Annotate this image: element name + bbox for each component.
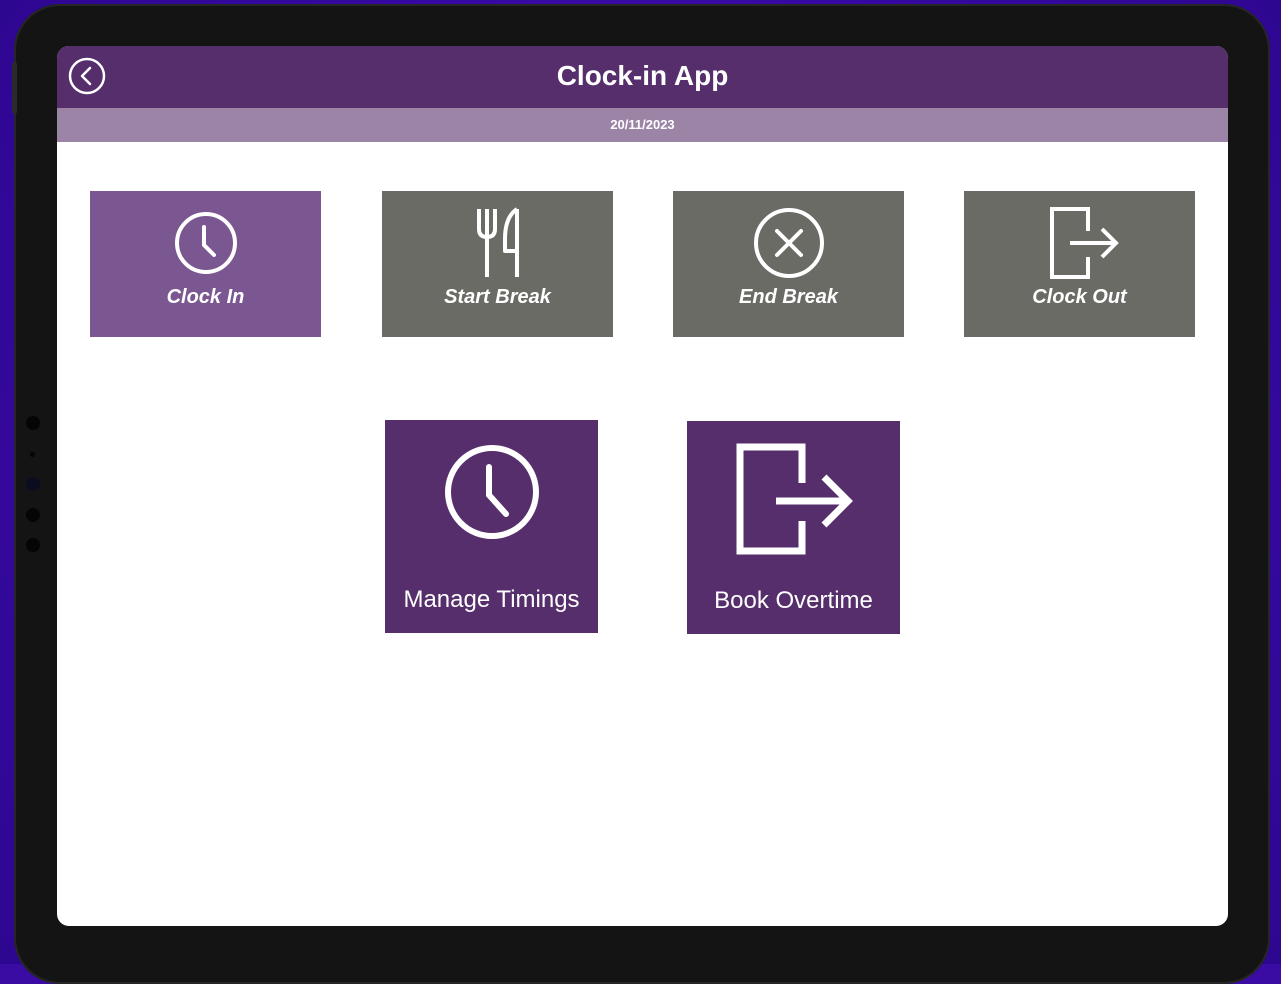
camera-sensor [26, 416, 40, 430]
tablet-frame: Clock-in App 20/11/2023 Clock In Start B… [12, 4, 1270, 984]
camera-sensor [26, 508, 40, 522]
clock-out-button[interactable]: Clock Out [964, 191, 1195, 337]
clock-icon [174, 212, 237, 274]
camera-sensor [30, 452, 35, 457]
exit-icon [736, 443, 853, 555]
exit-icon [1049, 207, 1119, 279]
app-screen: Clock-in App 20/11/2023 Clock In Start B… [57, 46, 1228, 926]
manage-timings-label: Manage Timings [403, 586, 580, 613]
chevron-left-icon [68, 57, 106, 95]
cancel-circle-icon [753, 208, 824, 278]
fork-knife-icon [476, 207, 519, 277]
clock-out-label: Clock Out [1032, 286, 1127, 308]
manage-timings-button[interactable]: Manage Timings [385, 420, 598, 633]
camera-sensor [26, 538, 40, 552]
app-header: Clock-in App [57, 46, 1228, 108]
back-button[interactable] [68, 57, 106, 95]
book-overtime-button[interactable]: Book Overtime [687, 421, 900, 634]
start-break-button[interactable]: Start Break [382, 191, 613, 337]
clock-in-button[interactable]: Clock In [90, 191, 321, 337]
clock-icon [444, 445, 539, 539]
volume-button [12, 62, 17, 114]
clock-in-label: Clock In [166, 286, 245, 308]
end-break-button[interactable]: End Break [673, 191, 904, 337]
book-overtime-label: Book Overtime [714, 587, 873, 614]
start-break-label: Start Break [444, 286, 551, 308]
page-title: Clock-in App [556, 60, 729, 91]
end-break-label: End Break [739, 286, 838, 308]
camera-sensor [26, 477, 40, 491]
date-display: 20/11/2023 [57, 108, 1228, 142]
